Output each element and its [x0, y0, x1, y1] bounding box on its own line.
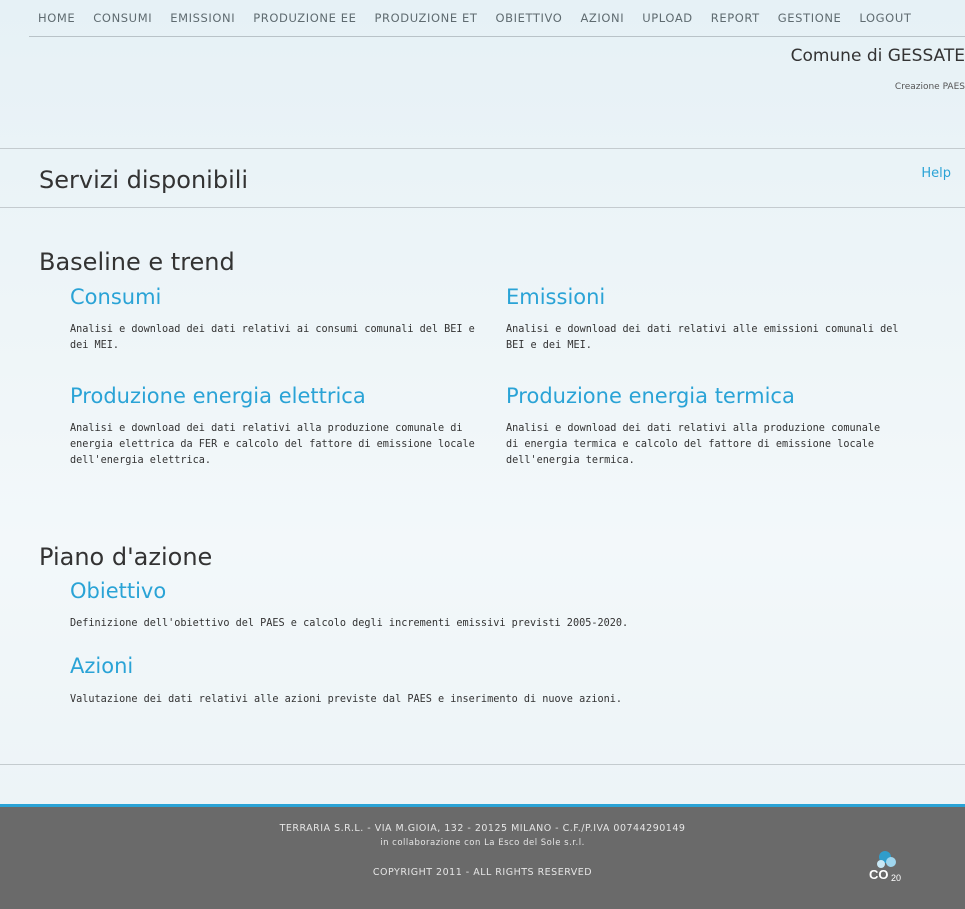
footer-copyright: COPYRIGHT 2011 - ALL RIGHTS RESERVED — [372, 867, 593, 878]
nav-produzione-et[interactable]: PRODUZIONE ET — [365, 11, 486, 25]
nav-obiettivo[interactable]: OBIETTIVO — [486, 11, 571, 25]
svg-text:CO: CO — [869, 867, 889, 882]
service-produzione-ee-link[interactable]: Produzione energia elettrica — [70, 384, 366, 408]
nav-consumi[interactable]: CONSUMI — [84, 11, 161, 25]
svg-text:20: 20 — [891, 873, 901, 883]
comune-name: Comune di GESSATE — [790, 46, 965, 66]
footer-company: TERRARIA S.R.L. - VIA M.GIOIA, 132 - 201… — [279, 823, 686, 834]
divider — [0, 207, 965, 208]
service-produzione-ee-desc: Analisi e download dei dati relativi all… — [70, 423, 475, 466]
page-title: Servizi disponibili — [39, 166, 249, 194]
service-consumi-desc: Analisi e download dei dati relativi ai … — [70, 324, 475, 351]
service-produzione-et-link[interactable]: Produzione energia termica — [506, 384, 795, 408]
divider — [0, 148, 965, 149]
service-obiettivo-link[interactable]: Obiettivo — [70, 579, 166, 603]
nav-report[interactable]: REPORT — [702, 11, 769, 25]
nav-emissioni[interactable]: EMISSIONI — [161, 11, 244, 25]
nav-azioni[interactable]: AZIONI — [571, 11, 633, 25]
service-consumi-link[interactable]: Consumi — [70, 285, 161, 309]
service-azioni-desc: Valutazione dei dati relativi alle azion… — [70, 694, 623, 705]
service-produzione-et-desc: Analisi e download dei dati relativi all… — [506, 423, 881, 466]
nav-home[interactable]: HOME — [29, 11, 84, 25]
service-emissioni-desc: Analisi e download dei dati relativi all… — [506, 324, 899, 351]
nav-produzione-ee[interactable]: PRODUZIONE EE — [244, 11, 365, 25]
service-azioni-link[interactable]: Azioni — [70, 654, 133, 678]
nav-upload[interactable]: UPLOAD — [633, 11, 702, 25]
footer: TERRARIA S.R.L. - VIA M.GIOIA, 132 - 201… — [0, 804, 965, 909]
footer-collaboration: in collaborazione con La Esco del Sole s… — [380, 838, 585, 848]
co20-logo-icon: CO 20 — [869, 851, 901, 883]
header-subtitle: Creazione PAES — [894, 82, 965, 92]
nav-logout[interactable]: LOGOUT — [850, 11, 920, 25]
nav-gestione[interactable]: GESTIONE — [769, 11, 851, 25]
help-link[interactable]: Help — [921, 166, 951, 181]
service-emissioni-link[interactable]: Emissioni — [506, 285, 605, 309]
service-obiettivo-desc: Definizione dell'obiettivo del PAES e ca… — [70, 618, 629, 629]
divider — [0, 764, 965, 765]
section-title-piano: Piano d'azione — [39, 543, 213, 571]
section-title-baseline: Baseline e trend — [39, 248, 235, 276]
main-nav: HOME CONSUMI EMISSIONI PRODUZIONE EE PRO… — [29, 0, 965, 37]
